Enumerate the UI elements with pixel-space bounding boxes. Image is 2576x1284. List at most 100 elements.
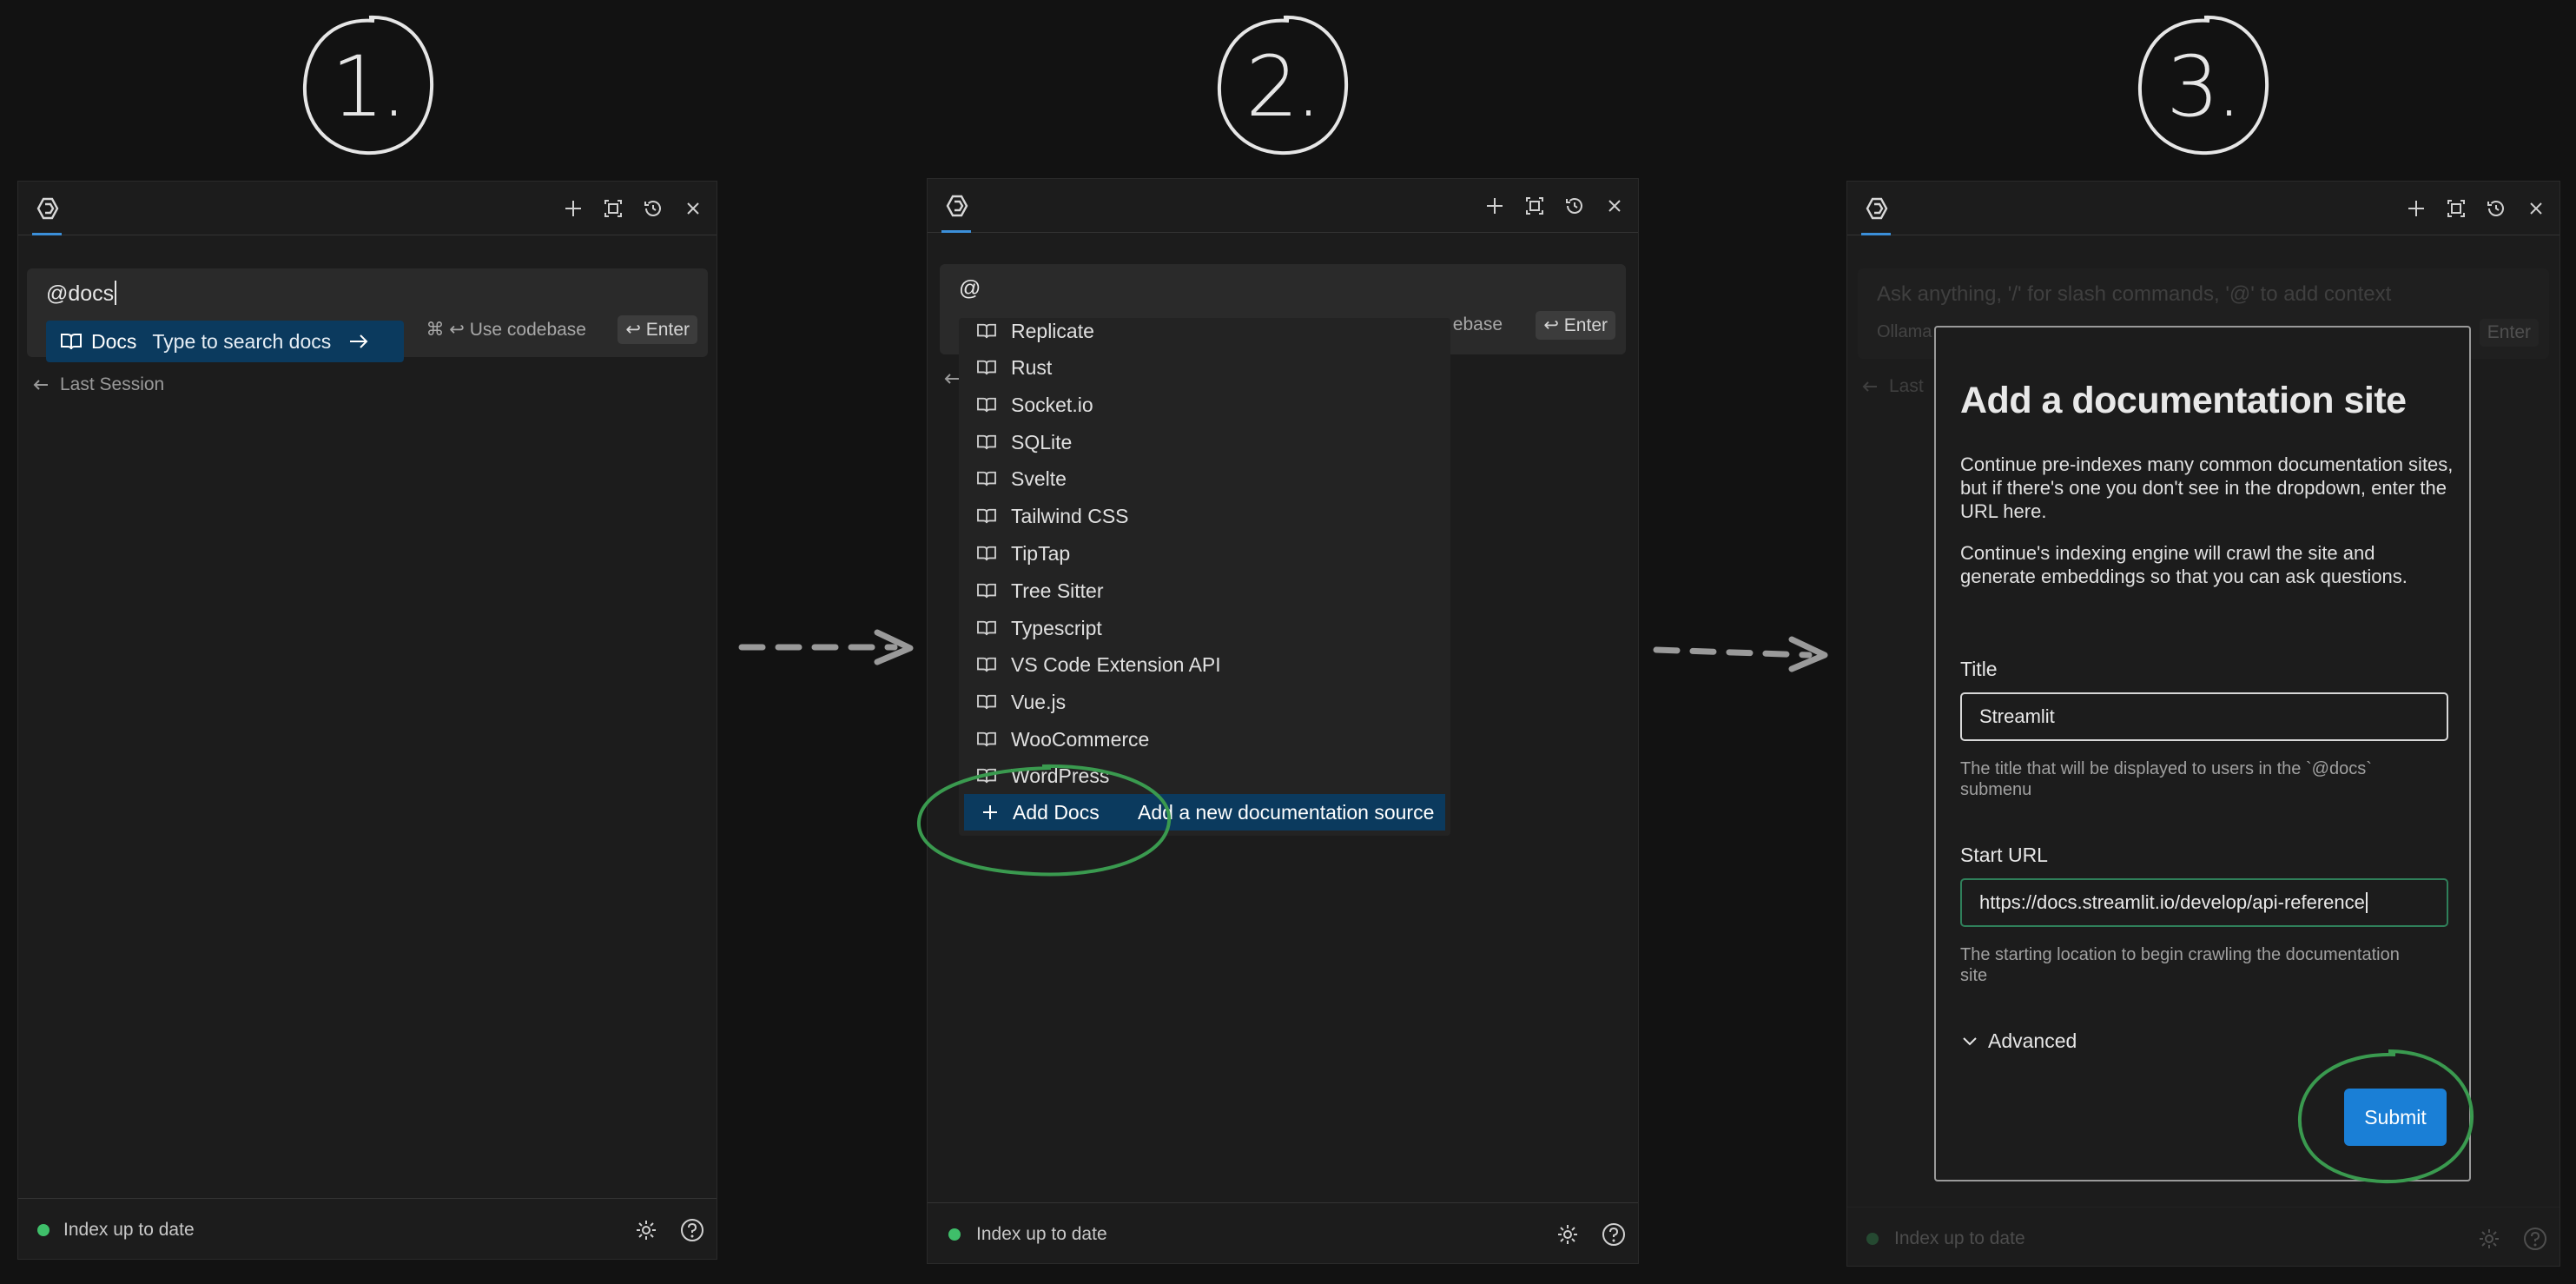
arrow-right-icon — [350, 334, 368, 348]
step-3-label: 3. — [2166, 38, 2242, 136]
status-dot — [1866, 1232, 1879, 1245]
panel-footer: Index up to date — [928, 1202, 1638, 1265]
index-status: Index up to date — [1894, 1228, 2025, 1248]
use-codebase-hint[interactable]: ebase — [1453, 314, 1503, 335]
close-icon[interactable] — [2525, 197, 2547, 220]
step-2-label: 2. — [1245, 38, 1322, 136]
text-caret — [115, 281, 117, 305]
step-2-marker: 2. — [1212, 10, 1351, 158]
docs-suggestion[interactable]: Docs Type to search docs — [46, 321, 404, 362]
panel-step-1: @docs ⌘ ↩ Use codebase ↩ Enter Docs Type… — [17, 181, 717, 1260]
index-status: Index up to date — [976, 1223, 1107, 1244]
input-placeholder: Ask anything, '/' for slash commands, '@… — [1877, 282, 2392, 306]
docs-item[interactable]: Svelte — [959, 460, 1450, 497]
history-icon[interactable] — [2485, 197, 2507, 220]
docs-item[interactable]: Replicate — [959, 318, 1450, 349]
continue-logo-tab[interactable] — [1858, 182, 1896, 235]
enter-hint[interactable]: ↩ Enter — [618, 315, 697, 344]
chevron-down-icon — [1963, 1036, 1977, 1045]
docs-item[interactable]: Tree Sitter — [959, 573, 1450, 609]
help-icon[interactable] — [680, 1218, 704, 1242]
book-icon — [977, 583, 996, 599]
arrow-1-to-2 — [738, 629, 914, 665]
step-1-label: 1. — [331, 38, 407, 136]
panel-footer: Index up to date — [1847, 1207, 2559, 1269]
docs-item[interactable]: TipTap — [959, 535, 1450, 572]
dialog-intro: Continue pre-indexes many common documen… — [1960, 453, 2454, 522]
docs-item[interactable]: SQLite — [959, 424, 1450, 460]
last-session-link[interactable]: Last — [1861, 376, 1924, 397]
book-icon — [977, 397, 996, 413]
start-url-label: Start URL — [1960, 844, 2048, 866]
docs-item[interactable]: Typescript — [959, 610, 1450, 646]
continue-logo-icon — [946, 195, 968, 217]
panel-footer: Index up to date — [18, 1198, 717, 1261]
arrow-2-to-3 — [1653, 636, 1828, 672]
enter-hint[interactable]: ↩ Enter — [1536, 311, 1615, 340]
add-docs-description: Add a new documentation source — [1138, 800, 1435, 824]
settings-icon[interactable] — [1556, 1223, 1579, 1246]
settings-icon[interactable] — [2478, 1228, 2500, 1250]
history-icon[interactable] — [642, 197, 664, 220]
arrow-left-icon — [944, 374, 959, 384]
panel-step-2: @ ebase ↩ Enter Replicate Rust Socket.io… — [927, 178, 1639, 1264]
continue-logo-tab[interactable] — [29, 182, 67, 235]
advanced-toggle[interactable]: Advanced — [1962, 1029, 2077, 1053]
fullscreen-icon[interactable] — [2445, 197, 2467, 220]
docs-item[interactable]: VS Code Extension API — [959, 646, 1450, 683]
fullscreen-icon[interactable] — [602, 197, 624, 220]
input-value: @docs — [46, 281, 115, 306]
highlight-ring-add-docs — [916, 764, 1172, 877]
docs-item[interactable]: Tailwind CSS — [959, 498, 1450, 534]
text-caret — [2365, 892, 2368, 913]
close-icon[interactable] — [682, 197, 704, 220]
last-session-link[interactable]: Last Session — [32, 374, 164, 395]
title-input[interactable]: Streamlit — [1960, 692, 2448, 741]
arrow-left-icon — [1862, 381, 1877, 392]
new-session-icon[interactable] — [562, 197, 585, 220]
last-session-link[interactable] — [943, 372, 961, 386]
settings-icon[interactable] — [635, 1219, 657, 1241]
start-url-input[interactable]: https://docs.streamlit.io/develop/api-re… — [1960, 878, 2448, 927]
docs-item[interactable]: WooCommerce — [959, 721, 1450, 758]
use-codebase-hint[interactable]: ⌘ ↩ Use codebase — [426, 319, 586, 341]
step-1-marker: 1. — [298, 10, 437, 158]
index-status: Index up to date — [63, 1219, 195, 1240]
help-icon[interactable] — [1602, 1222, 1626, 1247]
dialog-indexing-note: Continue's indexing engine will crawl th… — [1960, 542, 2408, 587]
fullscreen-icon[interactable] — [1523, 195, 1546, 217]
suggestion-title: Docs — [91, 329, 137, 353]
start-url-help: The starting location to begin crawling … — [1960, 945, 2400, 985]
continue-logo-tab[interactable] — [938, 179, 976, 233]
book-icon — [977, 434, 996, 450]
docs-item[interactable]: Rust — [959, 349, 1450, 386]
title-help: The title that will be displayed to user… — [1960, 759, 2372, 799]
help-icon[interactable] — [2523, 1227, 2547, 1251]
docs-item[interactable]: Socket.io — [959, 387, 1450, 423]
status-dot — [948, 1228, 961, 1241]
book-icon — [977, 360, 996, 375]
dialog-title: Add a documentation site — [1960, 380, 2407, 421]
docs-dropdown: Replicate Rust Socket.io SQLite Svelte T… — [959, 318, 1450, 836]
book-icon — [977, 546, 996, 561]
panel-header — [928, 179, 1638, 233]
book-icon — [977, 694, 996, 710]
book-icon — [977, 323, 996, 339]
book-icon — [977, 731, 996, 747]
book-icon — [977, 508, 996, 524]
enter-hint[interactable]: Enter — [2479, 319, 2539, 347]
history-icon[interactable] — [1563, 195, 1586, 217]
panel-header — [18, 182, 717, 235]
close-icon[interactable] — [1603, 195, 1626, 217]
highlight-ring-submit — [2297, 1049, 2474, 1184]
step-3-marker: 3. — [2133, 10, 2272, 158]
new-session-icon[interactable] — [1483, 195, 1506, 217]
continue-logo-icon — [36, 197, 59, 220]
input-value: @ — [959, 276, 981, 301]
model-selector[interactable]: Ollama — [1877, 322, 1932, 342]
book-icon — [977, 620, 996, 636]
book-icon — [977, 471, 996, 486]
book-icon — [977, 657, 996, 672]
docs-item[interactable]: Vue.js — [959, 684, 1450, 720]
new-session-icon[interactable] — [2405, 197, 2427, 220]
